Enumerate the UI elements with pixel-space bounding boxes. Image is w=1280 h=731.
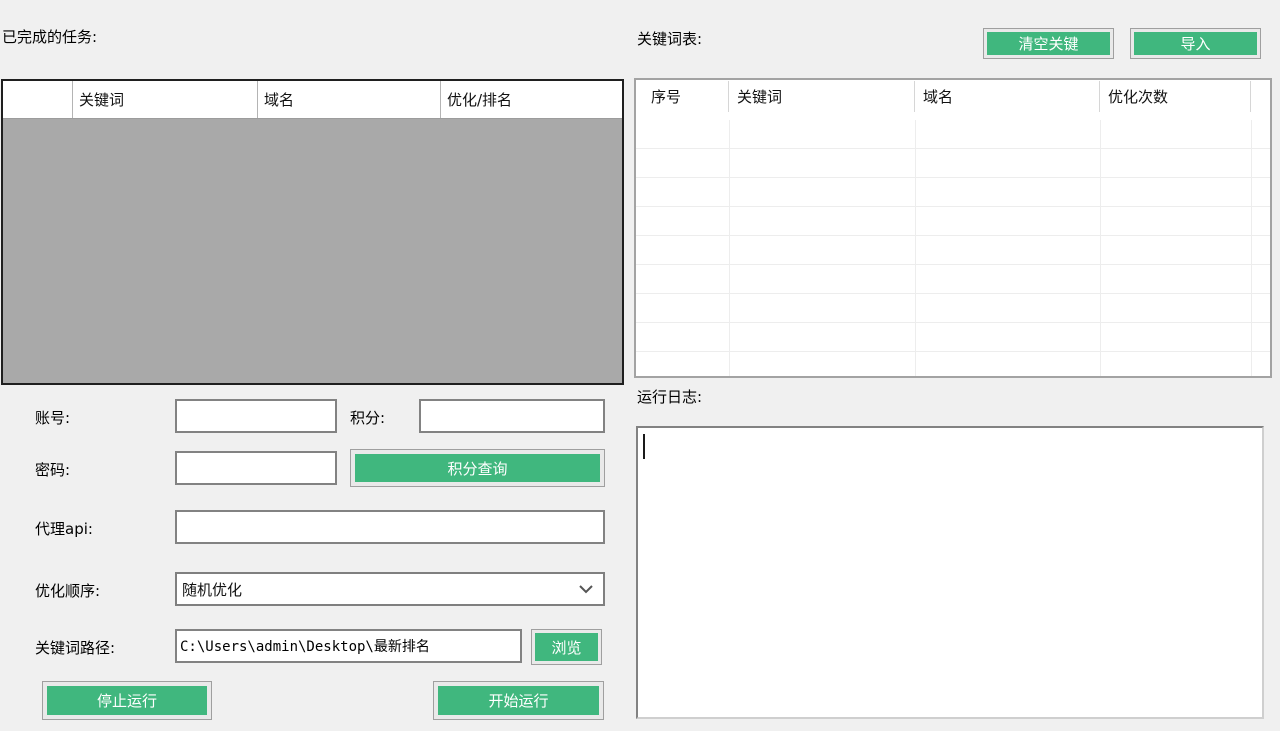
completed-col-rank: 优化/排名	[441, 81, 622, 118]
points-query-button[interactable]: 积分查询	[350, 449, 605, 487]
proxy-api-input[interactable]	[177, 512, 603, 542]
password-label: 密码:	[35, 459, 70, 480]
completed-tasks-label: 已完成的任务:	[2, 26, 97, 47]
keyword-col-keyword: 关键词	[729, 81, 915, 112]
points-query-button-label: 积分查询	[355, 454, 600, 482]
keyword-table-label: 关键词表:	[637, 28, 702, 49]
keyword-table-row[interactable]	[636, 265, 1270, 294]
keyword-table: 序号 关键词 域名 优化次数	[634, 78, 1272, 378]
keyword-table-row[interactable]	[636, 149, 1270, 178]
keyword-table-row[interactable]	[636, 120, 1270, 149]
optimize-order-label: 优化顺序:	[35, 580, 100, 601]
keyword-col-count: 优化次数	[1100, 81, 1251, 112]
run-log-textarea[interactable]	[636, 426, 1264, 719]
browse-button[interactable]: 浏览	[531, 629, 602, 665]
completed-tasks-list[interactable]	[3, 120, 622, 383]
column-divider	[1251, 120, 1252, 376]
column-divider	[915, 120, 916, 376]
browse-button-label: 浏览	[535, 633, 598, 661]
start-run-button-label: 开始运行	[438, 686, 599, 715]
clear-keywords-button-label: 清空关键	[987, 32, 1110, 55]
start-run-button[interactable]: 开始运行	[433, 681, 604, 720]
column-divider	[1100, 120, 1101, 376]
keyword-table-body[interactable]	[636, 120, 1270, 376]
keyword-col-domain: 域名	[915, 81, 1100, 112]
keyword-table-header: 序号 关键词 域名 优化次数	[636, 80, 1270, 120]
completed-tasks-table-header: 关键词 域名 优化/排名	[3, 81, 622, 119]
account-label: 账号:	[35, 407, 70, 428]
clear-keywords-button[interactable]: 清空关键	[983, 28, 1114, 59]
import-button-label: 导入	[1134, 32, 1257, 55]
keyword-table-row[interactable]	[636, 294, 1270, 323]
app-window: 已完成的任务: 关键词 域名 优化/排名 账号: 积分: 密码: 积分查询 代理…	[0, 0, 1280, 731]
keyword-col-index: 序号	[636, 81, 729, 112]
chevron-down-icon	[579, 584, 593, 594]
password-input[interactable]	[177, 453, 335, 483]
keyword-table-row[interactable]	[636, 236, 1270, 265]
optimize-order-select[interactable]: 随机优化	[175, 572, 605, 606]
points-label: 积分:	[350, 407, 385, 428]
import-button[interactable]: 导入	[1130, 28, 1261, 59]
completed-tasks-table: 关键词 域名 优化/排名	[1, 79, 624, 385]
keyword-table-row[interactable]	[636, 178, 1270, 207]
text-caret	[643, 434, 645, 459]
keyword-col-filler	[1251, 81, 1270, 112]
run-log-label: 运行日志:	[637, 386, 702, 407]
account-input[interactable]	[177, 401, 335, 431]
keyword-path-input[interactable]	[177, 631, 520, 661]
proxy-api-label: 代理api:	[35, 518, 93, 539]
optimize-order-value: 随机优化	[182, 579, 242, 600]
column-divider	[729, 120, 730, 376]
keyword-path-label: 关键词路径:	[35, 637, 115, 658]
points-input[interactable]	[421, 401, 603, 431]
keyword-table-row[interactable]	[636, 323, 1270, 352]
stop-run-button[interactable]: 停止运行	[42, 681, 212, 720]
completed-col-select	[3, 81, 73, 118]
keyword-table-row[interactable]	[636, 352, 1270, 376]
stop-run-button-label: 停止运行	[47, 686, 207, 715]
completed-col-domain: 域名	[258, 81, 441, 118]
keyword-table-row[interactable]	[636, 207, 1270, 236]
completed-col-keyword: 关键词	[73, 81, 258, 118]
